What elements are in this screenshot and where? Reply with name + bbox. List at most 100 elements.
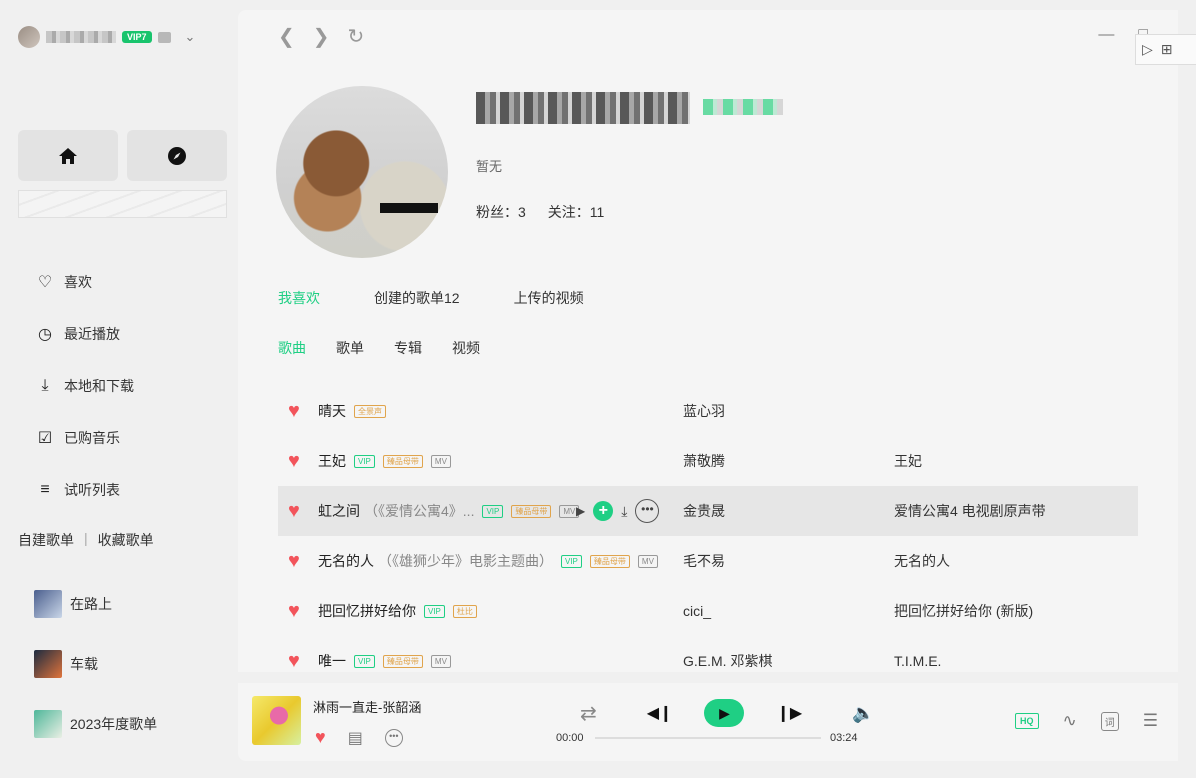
previous-icon[interactable]: ◀❙ — [647, 703, 673, 723]
song-artist[interactable]: G.E.M. 邓紫棋 — [683, 651, 772, 671]
tab-self-playlists[interactable]: 自建歌单 — [18, 530, 74, 550]
tab-videos[interactable]: 视频 — [452, 338, 480, 358]
liked-heart-icon[interactable]: ♥ — [288, 500, 300, 523]
sidebar-item-2[interactable]: ⤓ 本地和下载 — [36, 360, 134, 412]
explore-button[interactable] — [127, 130, 227, 181]
song-tag-mv[interactable]: MV — [430, 454, 451, 468]
playlist-list: 在路上 车载 2023年度歌单 — [34, 574, 157, 754]
playlist-name: 2023年度歌单 — [70, 716, 158, 732]
primary-tabs: 我喜欢 创建的歌单12 上传的视频 — [278, 288, 638, 308]
song-tag-gold: 臻品母带 — [382, 454, 423, 468]
progress-bar[interactable] — [595, 737, 821, 739]
song-tag-vip: VIP — [354, 654, 375, 668]
loop-icon[interactable]: ⇄ — [580, 701, 597, 726]
back-arrow-icon[interactable]: ❮ — [278, 24, 295, 49]
playlist-item[interactable]: 在路上 — [34, 574, 157, 634]
player-bar: 淋雨一直走-张韶涵 ♥ ▤ ••• ⇄ ◀❙ ▶ ❙▶ 🔈 00:00 03:2… — [238, 683, 1178, 761]
song-title[interactable]: 晴天 — [318, 401, 346, 421]
now-playing-cover[interactable] — [252, 696, 301, 745]
song-artist[interactable]: 蓝心羽 — [683, 401, 725, 421]
more-icon[interactable]: ••• — [635, 499, 660, 523]
song-tag-gold: 臻品母带 — [511, 504, 552, 518]
liked-heart-icon[interactable]: ♥ — [288, 550, 300, 573]
lyrics-button[interactable]: 词 — [1100, 711, 1119, 731]
song-row[interactable]: ♥ 唯一 VIP 臻品母带 MV G.E.M. 邓紫棋 T.I.M.E. — [278, 636, 1138, 686]
sidebar-item-label: 最近播放 — [64, 326, 120, 342]
song-title[interactable]: 把回忆拼好给你 — [318, 601, 416, 621]
tab-playlists[interactable]: 歌单 — [336, 338, 364, 358]
fans-stat[interactable]: 粉丝：3 — [476, 202, 526, 222]
download-icon[interactable]: ⤓ — [621, 503, 627, 520]
tab-albums[interactable]: 专辑 — [394, 338, 422, 358]
home-button[interactable] — [18, 130, 118, 181]
song-title[interactable]: 王妃 — [318, 451, 346, 471]
song-row[interactable]: ♥ 晴天 全景声 蓝心羽 — [278, 386, 1138, 436]
song-tag-mv[interactable]: MV — [637, 554, 658, 568]
forward-arrow-icon[interactable]: ❯ — [313, 24, 330, 49]
song-row[interactable]: ♥ 把回忆拼好给你 VIP 杜比 cici_ 把回忆拼好给你 (新版) — [278, 586, 1138, 636]
quality-button[interactable]: HQ — [1015, 713, 1039, 729]
song-album[interactable]: 无名的人 — [894, 551, 950, 571]
playlist-item[interactable]: 2023年度歌单 — [34, 694, 157, 754]
song-album[interactable]: T.I.M.E. — [894, 653, 941, 669]
song-row[interactable]: ♥ 无名的人 （《雄狮少年》电影主题曲） VIP 臻品母带 MV 毛不易 无名的人 — [278, 536, 1138, 586]
minimize-icon[interactable]: — — [1098, 26, 1114, 44]
song-artist[interactable]: 萧敬腾 — [683, 451, 725, 471]
vip-badge[interactable]: VIP7 — [122, 31, 152, 43]
song-artist[interactable]: 金贵晟 — [683, 501, 725, 521]
play-button[interactable]: ▶ — [704, 699, 745, 727]
now-playing-title[interactable]: 淋雨一直走-张韶涵 — [313, 697, 421, 716]
playlist-item[interactable]: 车载 — [34, 634, 157, 694]
sidebar-item-1[interactable]: ◷ 最近播放 — [36, 308, 134, 360]
liked-heart-icon[interactable]: ♥ — [288, 600, 300, 623]
song-title-cell: 晴天 全景声 — [318, 401, 386, 421]
song-title[interactable]: 虹之间 — [318, 501, 360, 521]
song-row[interactable]: ♥ 虹之间 （《爱情公寓4》... VIP 臻品母带 MV ▶ + ⤓ ••• 金贵晟 爱情公寓4 电… — [278, 486, 1138, 536]
like-heart-icon[interactable]: ♥ — [315, 727, 326, 748]
song-artist[interactable]: 毛不易 — [683, 551, 725, 571]
effects-icon[interactable]: ∿ — [1063, 711, 1077, 731]
sidebar-item-0[interactable]: ♡ 喜欢 — [36, 256, 134, 308]
avatar-overlay-bar — [380, 203, 438, 213]
comment-icon[interactable]: ▤ — [348, 728, 363, 748]
tab-created-playlists[interactable]: 创建的歌单12 — [374, 288, 460, 308]
avatar[interactable] — [18, 26, 40, 48]
song-title[interactable]: 唯一 — [318, 651, 346, 671]
playlist-cover — [34, 590, 62, 618]
song-album[interactable]: 爱情公寓4 电视剧原声带 — [894, 501, 1046, 521]
song-title-cell: 唯一 VIP 臻品母带 MV — [318, 651, 451, 671]
add-icon[interactable]: ⊞ — [1161, 41, 1173, 58]
song-tag-mv[interactable]: MV — [430, 654, 451, 668]
follow-stat[interactable]: 关注：11 — [548, 202, 605, 222]
user-account-row[interactable]: VIP7 ⌄ — [18, 26, 195, 48]
song-subtitle: （《爱情公寓4》... — [364, 503, 475, 519]
tab-songs[interactable]: 歌曲 — [278, 338, 306, 358]
next-icon[interactable]: ❙▶ — [776, 703, 802, 723]
tab-liked[interactable]: 我喜欢 — [278, 288, 320, 308]
song-album[interactable]: 王妃 — [894, 451, 922, 471]
add-icon[interactable]: + — [593, 501, 614, 521]
song-tag-gold: 臻品母带 — [589, 554, 630, 568]
play-icon[interactable]: ▶ — [576, 504, 585, 518]
song-title[interactable]: 无名的人 — [318, 551, 374, 571]
song-row[interactable]: ♥ 王妃 VIP 臻品母带 MV 萧敬腾 王妃 — [278, 436, 1138, 486]
play-icon[interactable]: ▷ — [1142, 41, 1153, 58]
chevron-down-icon[interactable]: ⌄ — [185, 29, 196, 45]
song-album[interactable]: 把回忆拼好给你 (新版) — [894, 601, 1033, 621]
liked-heart-icon[interactable]: ♥ — [288, 650, 300, 673]
refresh-icon[interactable]: ↻ — [348, 24, 365, 49]
tab-collected-playlists[interactable]: 收藏歌单 — [98, 530, 154, 550]
volume-icon[interactable]: 🔈 — [852, 703, 874, 724]
tab-uploaded-videos[interactable]: 上传的视频 — [514, 288, 584, 308]
search-box-redacted[interactable] — [18, 190, 227, 218]
more-icon[interactable]: ••• — [384, 728, 403, 747]
profile-avatar[interactable] — [276, 86, 448, 258]
liked-heart-icon[interactable]: ♥ — [288, 400, 300, 423]
queue-icon[interactable]: ☰ — [1143, 711, 1158, 731]
sidebar-item-3[interactable]: ☑ 已购音乐 — [36, 412, 134, 464]
sidebar-item-4[interactable]: ≡ 试听列表 — [36, 464, 134, 516]
playlist-cover — [34, 710, 62, 738]
liked-heart-icon[interactable]: ♥ — [288, 450, 300, 473]
mail-icon[interactable] — [157, 31, 171, 43]
song-artist[interactable]: cici_ — [683, 603, 711, 619]
